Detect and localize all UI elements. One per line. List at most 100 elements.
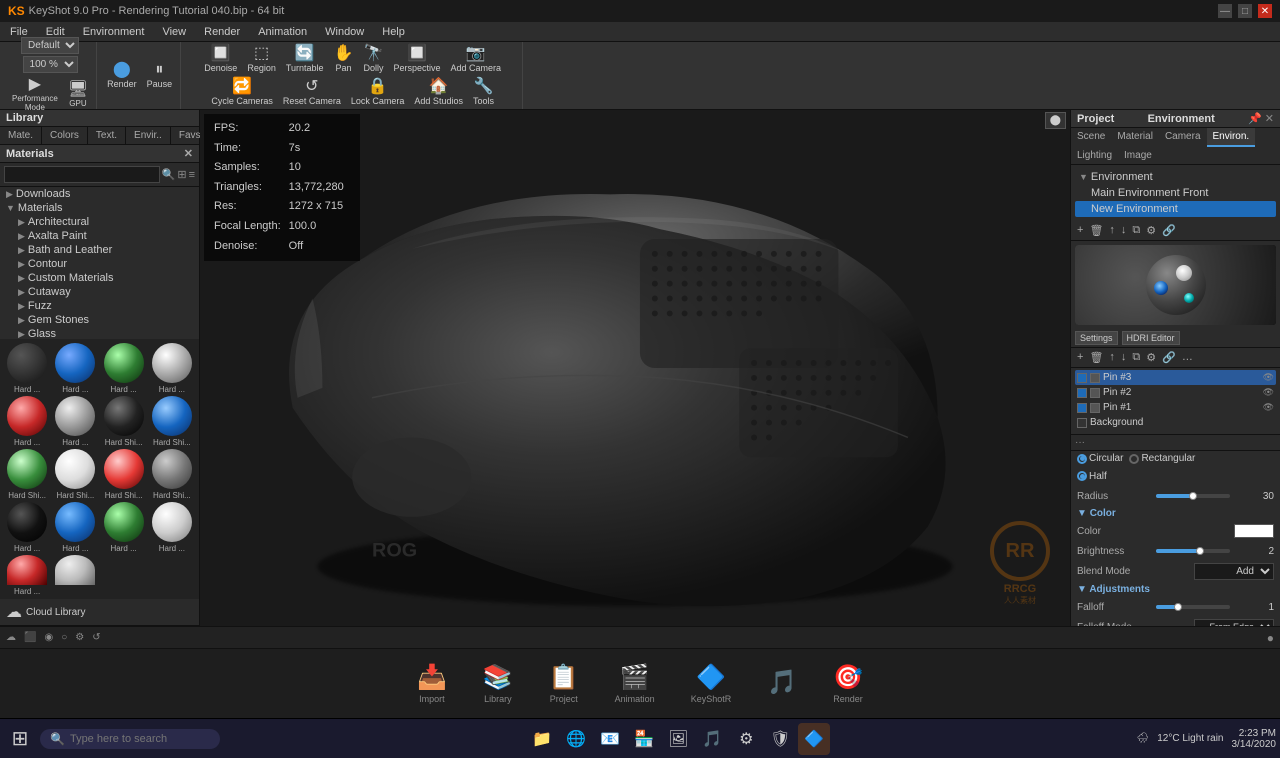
env-add-icon[interactable]: + bbox=[1075, 223, 1085, 238]
env-duplicate-icon[interactable]: ⧉ bbox=[1130, 223, 1142, 238]
pin-1-item[interactable]: Pin #1 👁 bbox=[1075, 400, 1276, 415]
dock-library[interactable]: 📚 Library bbox=[475, 659, 521, 708]
search-icon[interactable]: 🔍 bbox=[162, 168, 176, 181]
mat-silver2[interactable] bbox=[52, 555, 98, 596]
menu-edit[interactable]: Edit bbox=[42, 26, 69, 38]
materials-close[interactable]: ✕ bbox=[184, 147, 193, 160]
tab-environ[interactable]: Environ. bbox=[1207, 128, 1256, 147]
tree-contour[interactable]: ▶ Contour bbox=[0, 257, 199, 271]
dock-render[interactable]: 🎯 Render bbox=[825, 659, 871, 708]
pin1-vis[interactable] bbox=[1090, 403, 1100, 413]
dock-empty[interactable]: 🎵 bbox=[759, 664, 805, 703]
pin-icon[interactable]: 📌 bbox=[1248, 112, 1262, 125]
env-item-root[interactable]: ▼ Environment bbox=[1075, 169, 1276, 185]
tab-scene[interactable]: Scene bbox=[1071, 128, 1111, 147]
cycle-cameras-btn[interactable]: 🔁Cycle Cameras bbox=[207, 77, 277, 108]
minimize-button[interactable]: — bbox=[1218, 4, 1232, 18]
half-radio[interactable]: Half bbox=[1077, 471, 1107, 482]
tab-mate[interactable]: Mate. bbox=[0, 127, 42, 144]
taskbar-media[interactable]: 🎵 bbox=[696, 723, 728, 755]
pin3-vis[interactable] bbox=[1090, 373, 1100, 383]
color-swatch[interactable] bbox=[1234, 524, 1274, 538]
tree-axalta[interactable]: ▶ Axalta Paint bbox=[0, 229, 199, 243]
settings-tab[interactable]: Settings bbox=[1075, 331, 1118, 345]
status-loop-icon[interactable]: ↺ bbox=[92, 632, 100, 643]
tab-camera[interactable]: Camera bbox=[1159, 128, 1207, 147]
perspective-btn[interactable]: 🔲 Perspective bbox=[389, 44, 444, 75]
mat-blue[interactable]: Hard ... bbox=[52, 343, 98, 394]
region-btn[interactable]: ⬚Region bbox=[243, 44, 280, 75]
pin2-eye[interactable]: 👁 bbox=[1263, 387, 1274, 398]
env-delete-icon[interactable]: 🗑 bbox=[1087, 223, 1105, 238]
mat-green3[interactable]: Hard ... bbox=[101, 502, 147, 553]
pin1-eye[interactable]: 👁 bbox=[1263, 402, 1274, 413]
sort-icon[interactable]: ≡ bbox=[189, 169, 195, 181]
tools-btn[interactable]: 🔧Tools bbox=[469, 77, 498, 108]
mat-dark[interactable]: Hard ... bbox=[4, 343, 50, 394]
hdri-del-icon[interactable]: 🗑 bbox=[1087, 350, 1105, 365]
tab-image[interactable]: Image bbox=[1118, 147, 1158, 164]
tree-downloads[interactable]: ▶ Downloads bbox=[0, 187, 199, 201]
mat-dark-shi[interactable]: Hard Shi... bbox=[101, 396, 147, 447]
env-settings-icon[interactable]: ⚙ bbox=[1144, 223, 1158, 238]
env-move-down-icon[interactable]: ↓ bbox=[1119, 223, 1129, 238]
dolly-btn[interactable]: 🔭Dolly bbox=[359, 44, 387, 75]
taskbar-keyshot-bar[interactable]: 🔷 bbox=[798, 723, 830, 755]
menu-animation[interactable]: Animation bbox=[254, 26, 311, 38]
status-dot-icon[interactable]: ○ bbox=[61, 632, 67, 643]
adjustments-label[interactable]: ▼ Adjustments bbox=[1071, 582, 1280, 597]
zoom-dropdown[interactable]: 100 % bbox=[23, 56, 78, 73]
hdri-cfg-icon[interactable]: ⚙ bbox=[1144, 350, 1158, 365]
tree-cutaway[interactable]: ▶ Cutaway bbox=[0, 285, 199, 299]
hdri-link-icon[interactable]: 🔗 bbox=[1160, 350, 1178, 365]
tab-colors[interactable]: Colors bbox=[42, 127, 88, 144]
pin-2-item[interactable]: Pin #2 👁 bbox=[1075, 385, 1276, 400]
background-item[interactable]: Background bbox=[1075, 415, 1276, 430]
start-button[interactable]: ⊞ bbox=[4, 723, 36, 755]
performance-mode-btn[interactable]: ▶ Performance Mode bbox=[8, 75, 62, 114]
tree-architectural[interactable]: ▶ Architectural bbox=[0, 215, 199, 229]
color-section-label[interactable]: ▼ Color bbox=[1071, 506, 1280, 521]
hdri-up-icon[interactable]: ↑ bbox=[1107, 350, 1117, 365]
close-panel-icon[interactable]: ✕ bbox=[1265, 112, 1274, 125]
filter-icon[interactable]: ⊞ bbox=[177, 168, 186, 181]
dock-project[interactable]: 📋 Project bbox=[541, 659, 587, 708]
viewport[interactable]: ROG FPS: 20.2 Time: 7s Samples: 10 Trian… bbox=[200, 110, 1070, 626]
mat-pearl2[interactable]: Hard ... bbox=[149, 502, 195, 553]
env-item-new[interactable]: New Environment bbox=[1075, 201, 1276, 217]
env-link-icon[interactable]: 🔗 bbox=[1160, 223, 1178, 238]
pin3-checkbox[interactable] bbox=[1077, 373, 1087, 383]
preset-dropdown[interactable]: Default bbox=[21, 37, 79, 54]
dock-import[interactable]: 📥 Import bbox=[409, 659, 455, 708]
hdri-down-icon[interactable]: ↓ bbox=[1119, 350, 1129, 365]
taskbar-mail[interactable]: 📧 bbox=[594, 723, 626, 755]
reset-camera-btn[interactable]: ↺Reset Camera bbox=[279, 77, 345, 108]
env-move-up-icon[interactable]: ↑ bbox=[1107, 223, 1117, 238]
mat-red[interactable]: Hard ... bbox=[4, 396, 50, 447]
blend-dropdown[interactable]: Add Multiply Screen bbox=[1194, 563, 1274, 580]
taskbar-search-input[interactable] bbox=[70, 733, 190, 745]
taskbar-photos[interactable]: 🖼 bbox=[662, 723, 694, 755]
pin2-vis[interactable] bbox=[1090, 388, 1100, 398]
tree-custom[interactable]: ▶ Custom Materials bbox=[0, 271, 199, 285]
mat-blue-shi[interactable]: Hard Shi... bbox=[149, 396, 195, 447]
mat-silver[interactable]: Hard ... bbox=[52, 396, 98, 447]
dock-keyshot[interactable]: 🔷 KeyShotR bbox=[683, 659, 740, 708]
mat-gray[interactable]: Hard Shi... bbox=[149, 449, 195, 500]
mat-white[interactable]: Hard ... bbox=[149, 343, 195, 394]
denoise-btn[interactable]: 🔲Denoise bbox=[200, 44, 241, 75]
pin-3-item[interactable]: Pin #3 👁 bbox=[1075, 370, 1276, 385]
tab-envir[interactable]: Envir.. bbox=[126, 127, 171, 144]
pin3-eye[interactable]: 👁 bbox=[1263, 372, 1274, 383]
close-button[interactable]: ✕ bbox=[1258, 4, 1272, 18]
render-button-small[interactable]: ⬤ bbox=[1045, 112, 1066, 129]
turntable-btn[interactable]: 🔄Turntable bbox=[282, 44, 328, 75]
mat-red3[interactable]: Hard ... bbox=[4, 555, 50, 596]
status-gear-icon[interactable]: ⚙ bbox=[75, 632, 84, 643]
menu-window[interactable]: Window bbox=[321, 26, 368, 38]
tree-materials[interactable]: ▼ Materials bbox=[0, 201, 199, 215]
render-btn[interactable]: ⬤ Render bbox=[103, 60, 141, 91]
menu-render[interactable]: Render bbox=[200, 26, 244, 38]
add-camera-btn[interactable]: 📷Add Camera bbox=[447, 44, 506, 75]
pin2-checkbox[interactable] bbox=[1077, 388, 1087, 398]
